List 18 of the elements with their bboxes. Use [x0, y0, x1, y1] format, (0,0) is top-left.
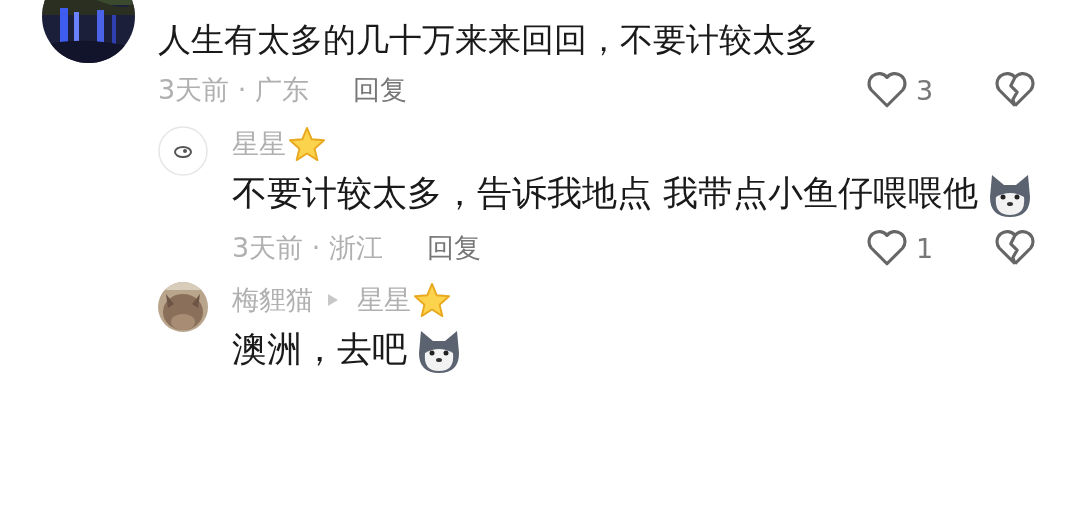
like-count: 3: [915, 74, 935, 106]
reply-arrow-icon: [327, 293, 339, 307]
avatar-icon: [158, 126, 208, 176]
comment-text: 人生有太多的几十万来来回回，不要计较太多: [158, 19, 819, 61]
reply-link[interactable]: 回复: [352, 72, 407, 108]
reply-text: 不要计较太多，告诉我地点 我带点小鱼仔喂喂他: [232, 166, 1036, 220]
like-count: 1: [915, 232, 935, 264]
username[interactable]: 星星: [232, 126, 286, 162]
like-icon[interactable]: [866, 229, 908, 267]
reply-link[interactable]: 回复: [426, 230, 481, 266]
reply-text: 澳洲，去吧: [232, 322, 1036, 376]
like-icon[interactable]: [866, 71, 908, 109]
username[interactable]: 梅貍猫: [232, 282, 313, 318]
username[interactable]: 星星: [357, 282, 411, 318]
broken-heart-icon[interactable]: [994, 71, 1036, 109]
comment-time-location: 3天前 · 浙江: [232, 231, 383, 265]
comment-time-location: 3天前 · 广东: [158, 73, 309, 107]
broken-heart-icon[interactable]: [994, 229, 1036, 267]
